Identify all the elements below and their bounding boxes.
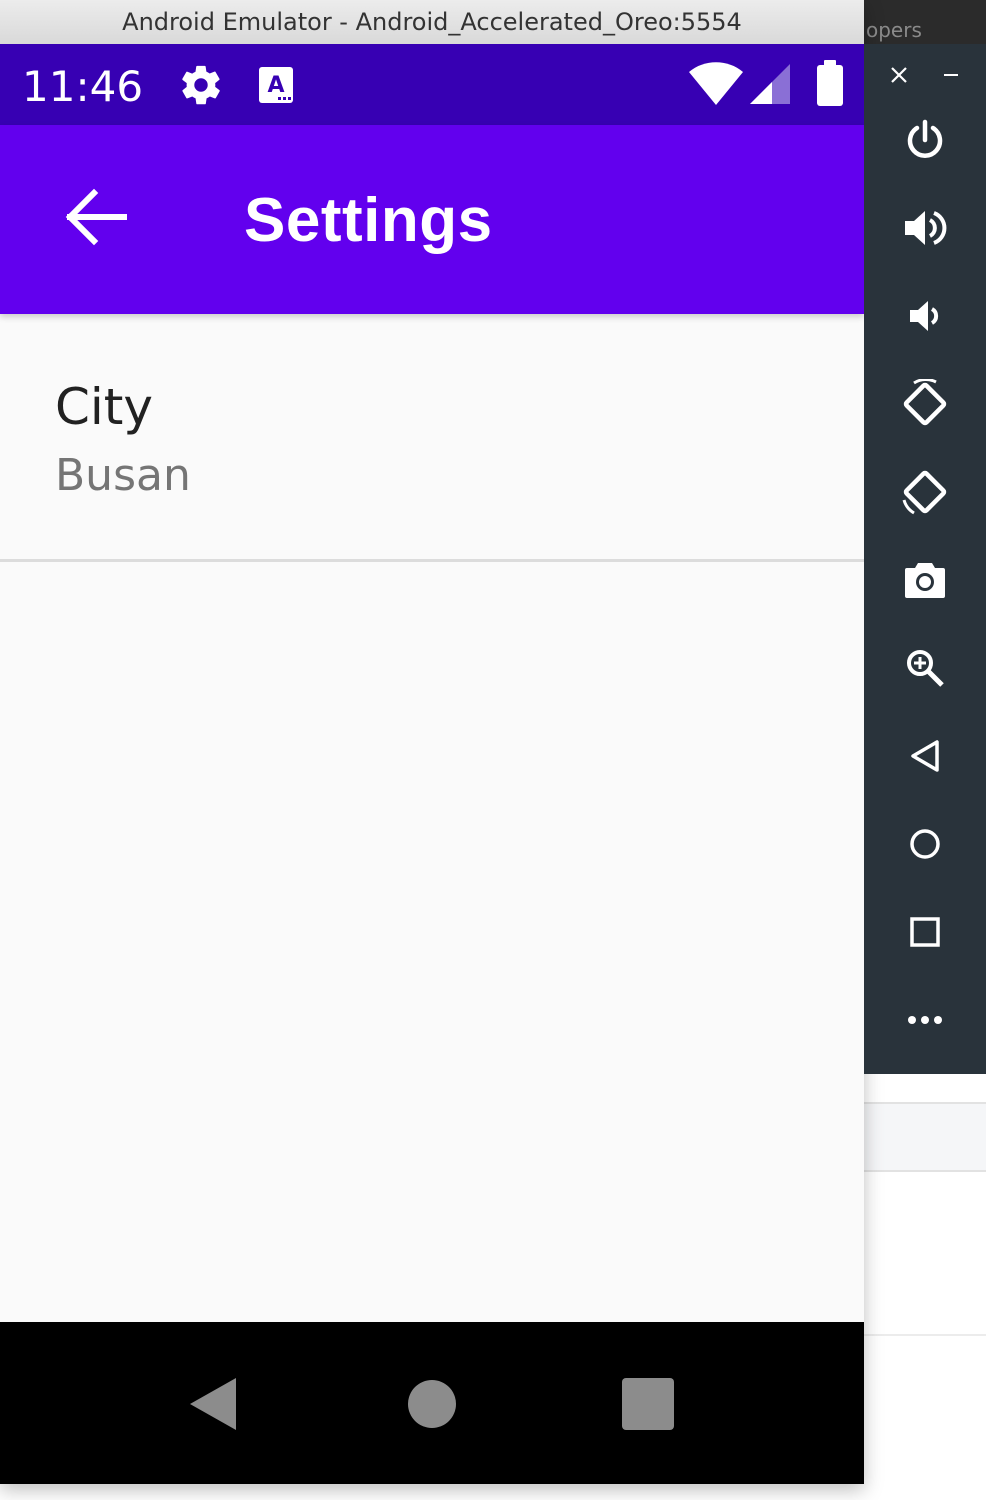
preference-title: City — [55, 378, 153, 436]
emulator-window: Android Emulator - Android_Accelerated_O… — [0, 0, 864, 1484]
volume-up-icon — [905, 211, 947, 245]
preference-summary: Busan — [55, 450, 191, 501]
window-title: Android Emulator - Android_Accelerated_O… — [122, 8, 742, 36]
camera-icon — [905, 563, 945, 598]
volume-up-button[interactable] — [864, 198, 986, 258]
battery-icon — [817, 60, 843, 106]
status-time: 11:46 — [22, 62, 144, 111]
rotate-right-button[interactable] — [864, 462, 986, 522]
svg-text:A: A — [267, 73, 284, 98]
keyboard-a-icon: A — [259, 67, 293, 103]
power-button[interactable] — [864, 110, 986, 170]
background-row — [864, 1104, 986, 1170]
close-icon[interactable] — [890, 66, 908, 84]
minimize-icon[interactable] — [942, 66, 960, 84]
navigation-bar — [0, 1322, 864, 1484]
rotate-left-button[interactable] — [864, 374, 986, 434]
zoom-button[interactable] — [864, 638, 986, 698]
volume-down-icon — [910, 301, 939, 331]
overview-button[interactable] — [864, 902, 986, 962]
emulator-toolbar — [864, 44, 986, 1074]
app-bar: Settings — [0, 125, 864, 314]
volume-down-button[interactable] — [864, 286, 986, 346]
rotate-right-icon — [902, 470, 947, 515]
rotate-left-icon — [903, 379, 947, 426]
background-window-text: opers — [866, 18, 922, 42]
preference-item-city[interactable]: City Busan — [0, 316, 864, 560]
screenshot-button[interactable] — [864, 550, 986, 610]
divider — [0, 559, 864, 562]
background-divider — [864, 1334, 986, 1336]
back-triangle-icon[interactable] — [186, 1374, 240, 1434]
window-titlebar[interactable]: Android Emulator - Android_Accelerated_O… — [0, 0, 864, 45]
home-button[interactable] — [864, 814, 986, 874]
back-button[interactable] — [864, 726, 986, 786]
recents-square-icon[interactable] — [620, 1376, 676, 1432]
more-icon — [908, 1016, 942, 1024]
wifi-icon — [689, 62, 743, 105]
more-button[interactable] — [864, 990, 986, 1050]
home-circle-icon[interactable] — [406, 1378, 458, 1430]
back-icon — [911, 740, 939, 772]
page-title: Settings — [244, 186, 493, 255]
home-icon — [910, 829, 940, 859]
cell-signal-icon — [750, 64, 790, 104]
background-divider — [864, 1170, 986, 1172]
overview-icon — [910, 917, 940, 947]
arrow-back-icon[interactable] — [60, 187, 130, 247]
zoom-icon — [907, 650, 944, 687]
status-bar: 11:46 A — [0, 44, 864, 125]
settings-gear-icon — [182, 65, 220, 105]
power-icon — [907, 119, 943, 158]
